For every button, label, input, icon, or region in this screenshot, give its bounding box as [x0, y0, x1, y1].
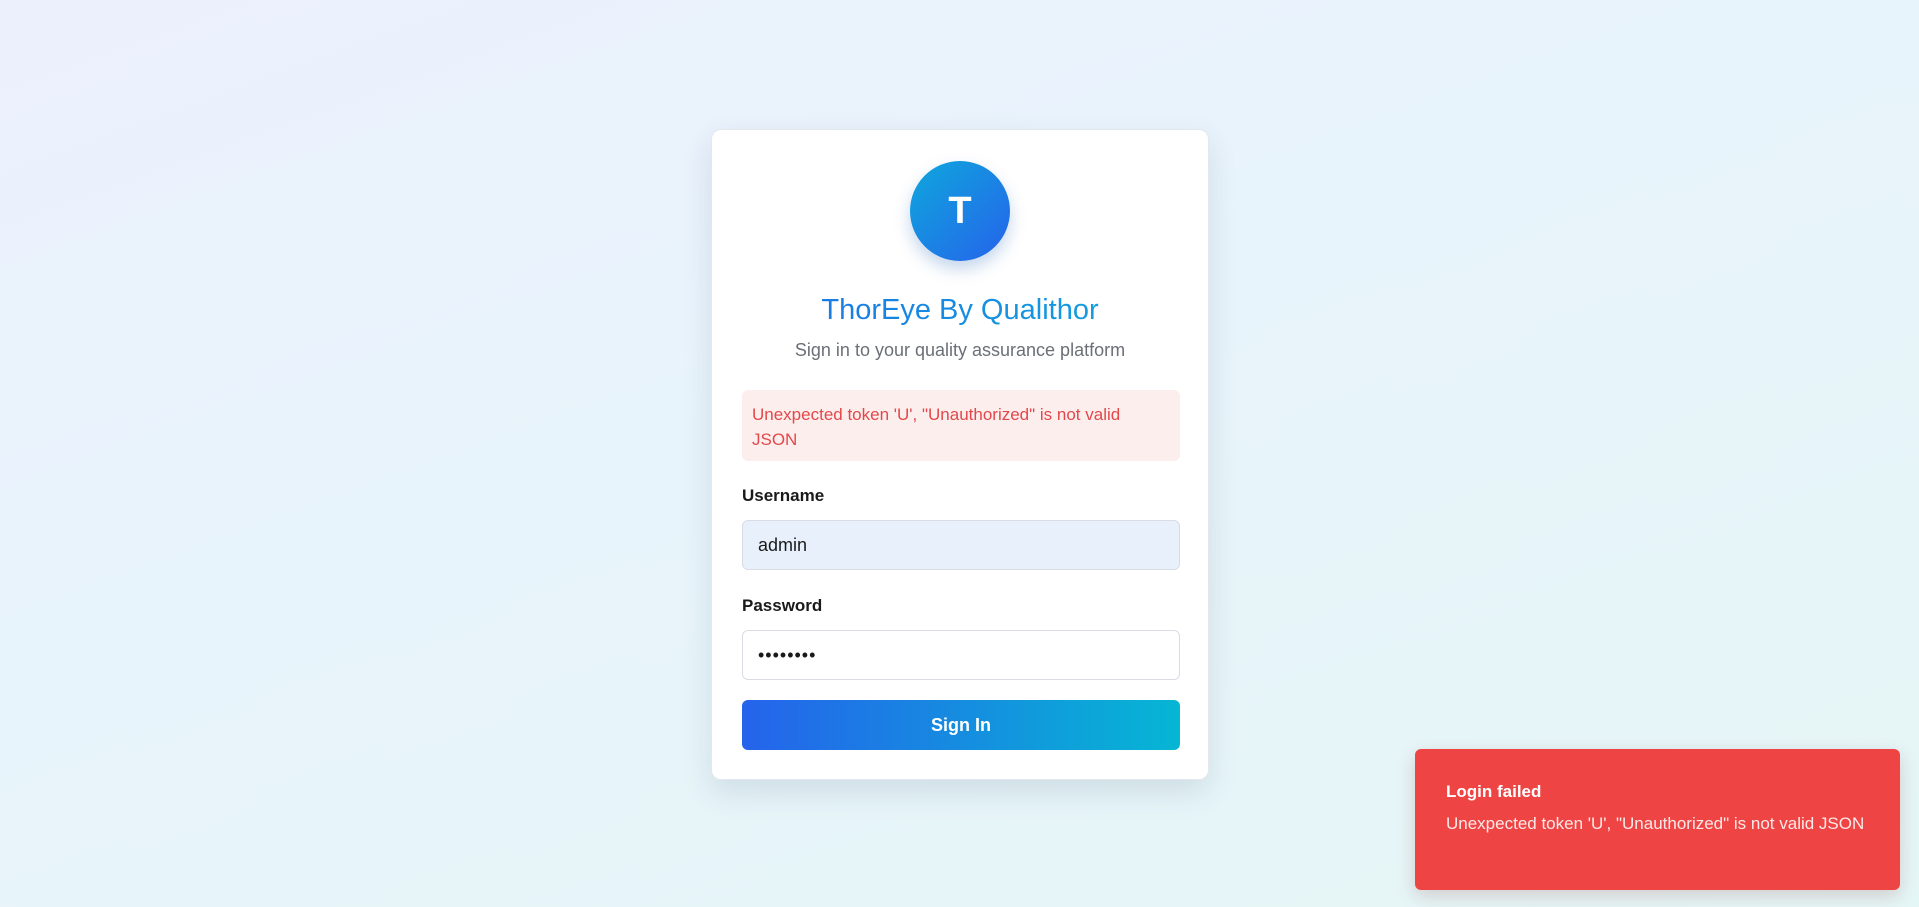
toast-message: Unexpected token 'U', "Unauthorized" is …	[1446, 814, 1865, 833]
login-card: T ThorEye By Qualithor Sign in to your q…	[711, 129, 1209, 780]
error-alert: Unexpected token 'U', "Unauthorized" is …	[742, 390, 1180, 461]
username-input[interactable]	[742, 520, 1180, 570]
username-label: Username	[742, 486, 825, 505]
toast-title: Login failed	[1446, 782, 1542, 801]
app-subtitle: Sign in to your quality assurance platfo…	[794, 340, 1126, 360]
password-input[interactable]	[742, 630, 1180, 680]
logo-letter: T	[948, 189, 972, 232]
error-toast[interactable]: Login failed Unexpected token 'U', "Unau…	[1415, 749, 1900, 890]
password-label: Password	[742, 596, 823, 615]
logo-avatar: T	[910, 161, 1010, 261]
sign-in-button[interactable]: Sign In	[742, 700, 1180, 750]
app-title: ThorEye By Qualithor	[712, 292, 1208, 328]
